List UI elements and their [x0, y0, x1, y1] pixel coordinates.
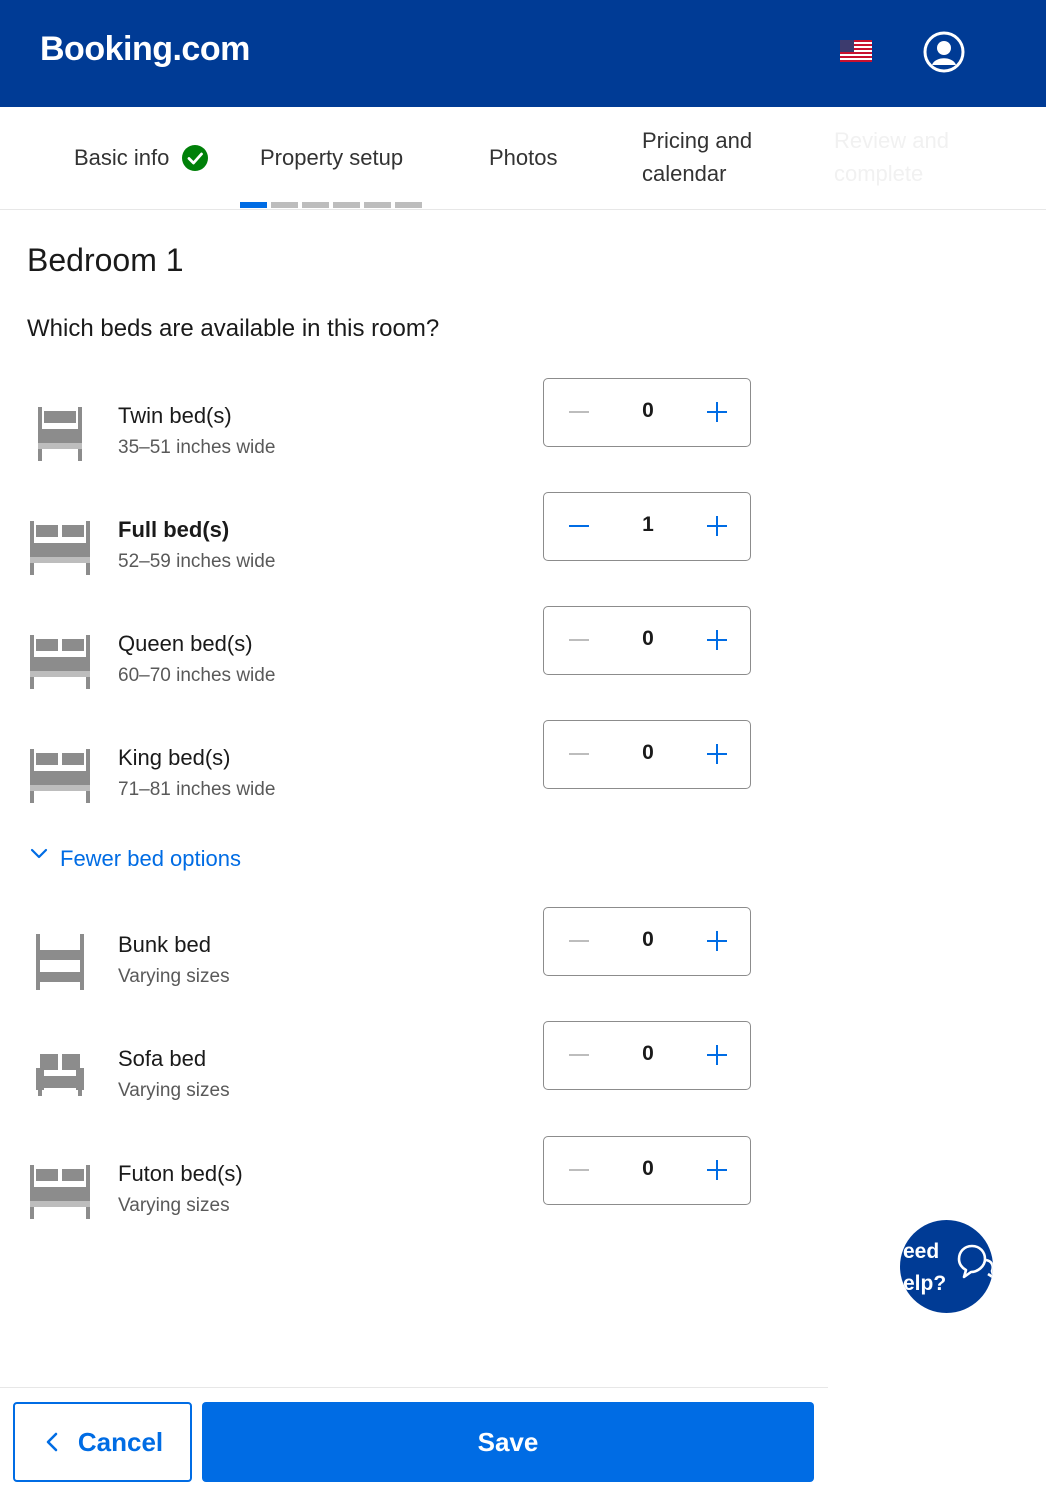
- bed-name: Queen bed(s): [118, 631, 253, 656]
- bed-option-twin: Twin bed(s) 35–51 inches wide 0: [0, 378, 780, 493]
- tab-basic-info[interactable]: Basic info: [74, 141, 209, 174]
- bunk-bed-icon: [36, 934, 84, 990]
- chat-bubble-icon: [957, 1244, 993, 1279]
- increment-button[interactable]: [700, 1038, 734, 1072]
- bed-option-full: Full bed(s) 52–59 inches wide 1: [0, 492, 780, 607]
- decrement-button[interactable]: [562, 924, 596, 958]
- progress-segment: [302, 202, 329, 208]
- beds-question: Which beds are available in this room?: [27, 315, 440, 342]
- progress-segment: [271, 202, 298, 208]
- queen-bed-stepper: 0: [543, 606, 751, 675]
- fewer-bed-options-label: Fewer bed options: [60, 846, 241, 871]
- increment-button[interactable]: [700, 509, 734, 543]
- bed-name: Full bed(s): [118, 517, 230, 542]
- bed-count: 1: [642, 513, 654, 536]
- footer-divider: [0, 1387, 828, 1388]
- cancel-label: Cancel: [77, 1426, 164, 1457]
- tab-pricing-and-calendar[interactable]: Pricing and calendar: [642, 124, 782, 190]
- bed-size: Varying sizes: [118, 1080, 230, 1101]
- full-bed-icon: [30, 521, 90, 575]
- decrement-button[interactable]: [562, 623, 596, 657]
- increment-button[interactable]: [700, 737, 734, 771]
- decrement-button[interactable]: [562, 737, 596, 771]
- chevron-left-icon: [46, 1432, 58, 1452]
- page-title: Bedroom 1: [27, 242, 184, 278]
- progress-segment: [240, 202, 267, 208]
- increment-button[interactable]: [700, 623, 734, 657]
- bunk-bed-stepper: 0: [543, 907, 751, 976]
- need-help-button[interactable]: eed elp?: [900, 1220, 993, 1313]
- progress-segment: [395, 202, 422, 208]
- bed-size: 71–81 inches wide: [118, 779, 276, 800]
- us-flag-icon[interactable]: [840, 40, 872, 62]
- tab-basic-info-label: Basic info: [74, 145, 170, 170]
- bed-name: Twin bed(s): [118, 403, 232, 428]
- fewer-bed-options-toggle[interactable]: Fewer bed options: [28, 846, 241, 872]
- progress-segment: [364, 202, 391, 208]
- twin-bed-stepper: 0: [543, 378, 751, 447]
- bed-size: 52–59 inches wide: [118, 551, 276, 572]
- bed-count: 0: [642, 399, 654, 422]
- booking-logo[interactable]: Booking.com: [40, 30, 250, 69]
- bed-name: Bunk bed: [118, 932, 211, 957]
- bed-option-futon: Futon bed(s) Varying sizes 0: [0, 1136, 780, 1251]
- bed-count: 0: [642, 1157, 654, 1180]
- king-bed-icon: [30, 749, 90, 803]
- bed-name: Sofa bed: [118, 1046, 207, 1071]
- bed-count: 0: [642, 627, 654, 650]
- bed-option-sofa: Sofa bed Varying sizes 0: [0, 1021, 780, 1136]
- bed-option-king: King bed(s) 71–81 inches wide 0: [0, 720, 780, 835]
- progress-segment: [333, 202, 360, 208]
- decrement-button[interactable]: [562, 1038, 596, 1072]
- bed-size: Varying sizes: [118, 1195, 230, 1216]
- full-bed-stepper: 1: [543, 492, 751, 561]
- increment-button[interactable]: [700, 924, 734, 958]
- king-bed-stepper: 0: [543, 720, 751, 789]
- sofa-bed-stepper: 0: [543, 1021, 751, 1090]
- save-button[interactable]: Save: [202, 1402, 814, 1482]
- bed-name: Futon bed(s): [118, 1161, 243, 1186]
- decrement-button[interactable]: [562, 509, 596, 543]
- check-circle-icon: [182, 144, 209, 171]
- bed-size: 60–70 inches wide: [118, 665, 276, 686]
- need-help-label: eed elp?: [903, 1240, 947, 1295]
- tab-property-setup[interactable]: Property setup: [260, 141, 403, 174]
- chevron-down-icon: [30, 848, 48, 859]
- step-progress-bar: [240, 202, 422, 208]
- tab-review-and-complete[interactable]: Review and complete: [834, 124, 974, 190]
- user-account-icon[interactable]: [923, 31, 965, 73]
- sofa-bed-icon: [36, 1054, 84, 1096]
- futon-bed-stepper: 0: [543, 1136, 751, 1205]
- increment-button[interactable]: [700, 1153, 734, 1187]
- bed-count: 0: [642, 928, 654, 951]
- tab-photos[interactable]: Photos: [489, 141, 558, 174]
- twin-bed-icon: [38, 407, 82, 461]
- top-header: Booking.com: [0, 0, 1046, 107]
- increment-button[interactable]: [700, 395, 734, 429]
- bed-option-bunk: Bunk bed Varying sizes 0: [0, 907, 780, 1022]
- queen-bed-icon: [30, 635, 90, 689]
- progress-tabs: Basic info Property setup Photos Pricing…: [0, 107, 1046, 210]
- bed-option-queen: Queen bed(s) 60–70 inches wide 0: [0, 606, 780, 721]
- decrement-button[interactable]: [562, 395, 596, 429]
- bed-size: 35–51 inches wide: [118, 437, 276, 458]
- bed-count: 0: [642, 1042, 654, 1065]
- bed-size: Varying sizes: [118, 966, 230, 987]
- futon-bed-icon: [30, 1165, 90, 1219]
- cancel-button[interactable]: Cancel: [13, 1402, 192, 1482]
- decrement-button[interactable]: [562, 1153, 596, 1187]
- bed-count: 0: [642, 741, 654, 764]
- bed-name: King bed(s): [118, 745, 231, 770]
